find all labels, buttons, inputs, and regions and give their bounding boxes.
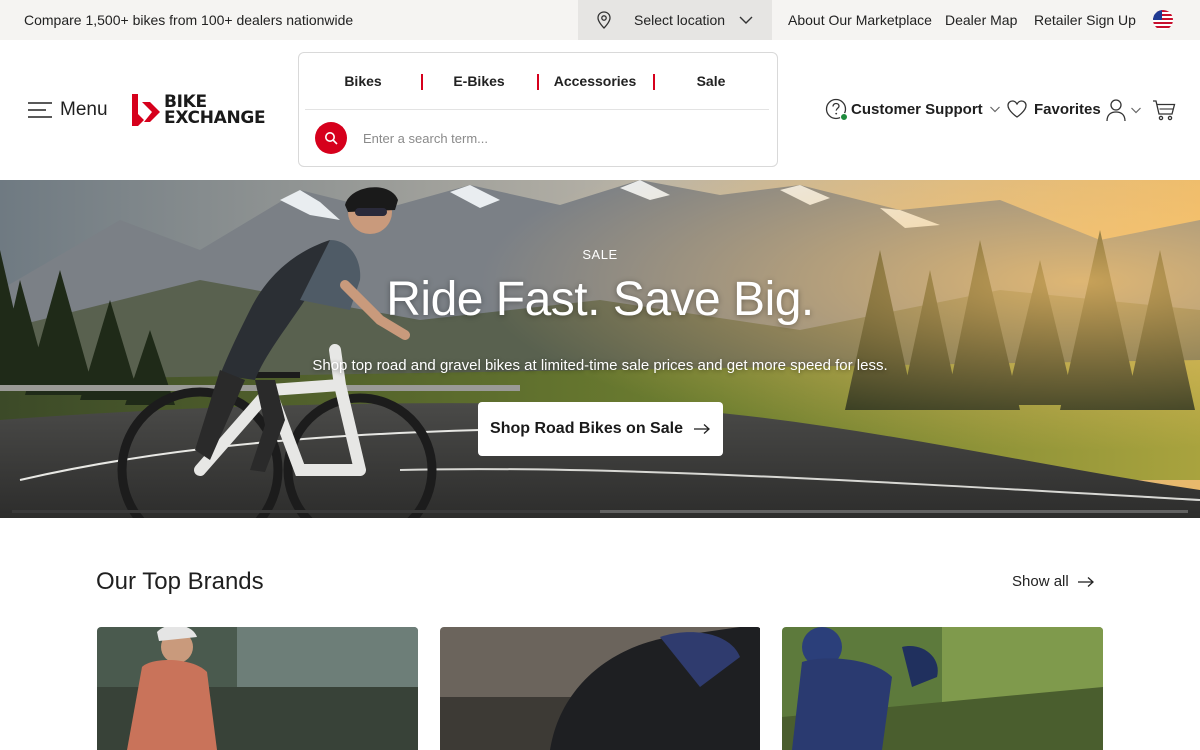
account-menu[interactable] [1105, 98, 1145, 122]
us-flag-icon[interactable] [1153, 10, 1173, 30]
tab-bikes[interactable]: Bikes [305, 53, 421, 109]
brand-card[interactable] [782, 627, 1103, 750]
carousel-progress-fill [12, 510, 600, 513]
cta-label: Shop Road Bikes on Sale [490, 420, 683, 437]
top-brands-heading: Our Top Brands [96, 568, 264, 595]
customer-support-menu[interactable]: Customer Support [825, 98, 1001, 121]
tab-accessories[interactable]: Accessories [537, 53, 653, 109]
search-row [315, 122, 755, 156]
favorites-label: Favorites [1034, 100, 1101, 118]
carousel-progress-bar [12, 510, 1188, 513]
location-selector[interactable]: Select location [578, 0, 772, 40]
chevron-down-icon [989, 106, 1000, 113]
brand-card-image [97, 627, 418, 750]
brand-card[interactable] [440, 627, 761, 750]
customer-support-label: Customer Support [851, 100, 983, 118]
cart-icon[interactable] [1152, 98, 1176, 122]
brand-card[interactable] [97, 627, 418, 750]
tab-e-bikes[interactable]: E-Bikes [421, 53, 537, 109]
top-utility-bar: Compare 1,500+ bikes from 100+ dealers n… [0, 0, 1200, 40]
hero-banner: SALE Ride Fast. Save Big. Shop top road … [0, 180, 1200, 518]
online-status-dot [840, 113, 848, 121]
brand-card-image [782, 627, 1103, 750]
logo-text-line2: EXCHANGE [164, 108, 266, 128]
arrow-right-icon [1077, 576, 1094, 587]
hero-eyebrow: SALE [582, 247, 618, 262]
location-label: Select location [634, 12, 726, 28]
user-icon [1106, 99, 1126, 122]
show-all-label: Show all [1012, 573, 1069, 590]
arrow-right-icon [693, 424, 710, 434]
heart-icon [1007, 100, 1027, 118]
hero-subtitle: Shop top road and gravel bikes at limite… [312, 357, 888, 374]
menu-label: Menu [60, 99, 108, 120]
bikeexchange-logo[interactable]: BIKE EXCHANGE [130, 92, 266, 128]
site-header: Menu BIKE EXCHANGE Bikes E-Bikes Accesso… [0, 40, 1200, 180]
search-button[interactable] [315, 122, 347, 154]
chevron-down-icon [1131, 107, 1141, 114]
search-icon [325, 132, 338, 145]
retailer-signup-link[interactable]: Retailer Sign Up [1034, 12, 1136, 28]
search-panel: Bikes E-Bikes Accessories Sale [298, 52, 778, 167]
tab-sale[interactable]: Sale [653, 53, 769, 109]
help-icon [825, 98, 848, 121]
brand-card-image [440, 627, 760, 750]
logo-mark-icon [132, 94, 160, 126]
category-tabs: Bikes E-Bikes Accessories Sale [305, 53, 769, 110]
show-all-brands-link[interactable]: Show all [1012, 573, 1095, 590]
shop-road-bikes-sale-button[interactable]: Shop Road Bikes on Sale [478, 402, 723, 456]
search-input[interactable] [355, 124, 745, 152]
menu-button[interactable]: Menu [28, 98, 108, 122]
dealer-map-link[interactable]: Dealer Map [945, 12, 1017, 28]
hero-cyclist-image [0, 180, 1200, 518]
marketplace-tagline: Compare 1,500+ bikes from 100+ dealers n… [24, 12, 354, 28]
hamburger-icon [28, 102, 52, 118]
about-marketplace-link[interactable]: About Our Marketplace [788, 12, 932, 28]
favorites-link[interactable]: Favorites [1006, 99, 1101, 119]
hero-headline: Ride Fast. Save Big. [386, 273, 814, 326]
chevron-down-icon [739, 16, 753, 24]
location-pin-icon [597, 11, 611, 29]
